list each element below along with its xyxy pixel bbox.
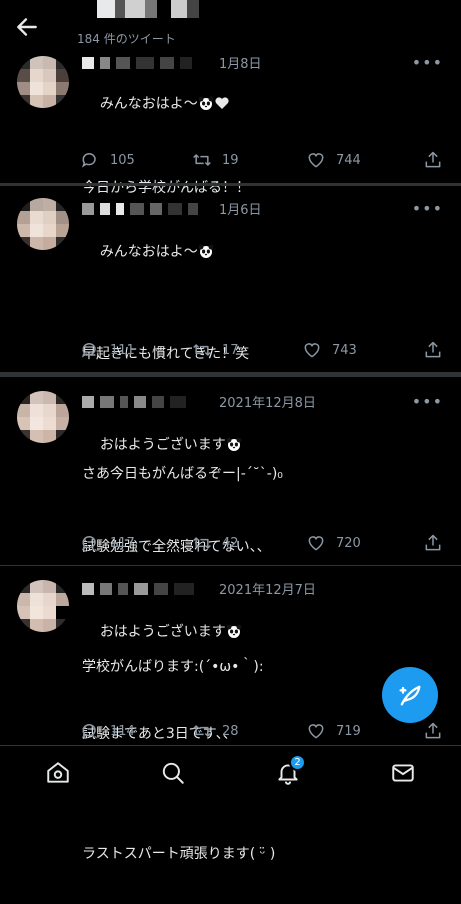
tweet-item[interactable]: 2021年12月8日 ••• おはようございます 試験勉強で全然寝れてない、、 …: [0, 377, 461, 675]
tweet-item[interactable]: 1月6日 ••• みんなおはよ〜 早起きにも慣れてきた！笑 さあ今日もがんばるぞ…: [0, 186, 461, 482]
retweet-button[interactable]: 28: [192, 721, 239, 741]
like-button[interactable]: 743: [302, 340, 357, 360]
author-name-mosaic[interactable]: [82, 202, 198, 216]
retweet-button[interactable]: 42: [192, 533, 239, 553]
tweet-date[interactable]: 2021年12月7日: [219, 579, 316, 598]
panda-face-emoji: [226, 624, 242, 638]
reply-icon: [81, 724, 96, 739]
share-button[interactable]: [423, 721, 443, 741]
compose-feather-icon: [399, 685, 421, 706]
tweet-item[interactable]: 1月8日 ••• みんなおはよ〜 今日から学校がんばる！！ 105 19 744: [0, 44, 461, 196]
tweet-date[interactable]: 1月8日: [219, 53, 262, 72]
share-icon: [425, 534, 441, 551]
arrow-left-icon: [17, 18, 37, 36]
retweet-button[interactable]: 17: [192, 340, 239, 360]
heart-icon: [308, 153, 324, 168]
tweet-line: みんなおはよ〜: [99, 96, 198, 112]
retweet-count: 28: [222, 723, 239, 739]
retweet-count: 19: [222, 152, 239, 168]
like-button[interactable]: 720: [306, 533, 361, 553]
tweet-line: おはようございます: [99, 624, 226, 640]
reply-count: 114: [110, 723, 135, 739]
retweet-icon: [193, 537, 211, 549]
nav-search[interactable]: [160, 760, 186, 786]
back-button[interactable]: [14, 14, 40, 40]
tweet-actions: 105 19 744: [80, 150, 450, 172]
author-name-mosaic[interactable]: [82, 582, 194, 596]
home-icon: [47, 762, 69, 783]
reply-button[interactable]: 114: [80, 721, 135, 741]
avatar[interactable]: [17, 56, 69, 108]
profile-header: 184 件のツイート: [0, 0, 461, 50]
nav-messages[interactable]: [390, 760, 416, 786]
author-name-mosaic[interactable]: [82, 56, 192, 70]
nav-home[interactable]: [45, 760, 71, 786]
author-name-mosaic[interactable]: [82, 395, 186, 409]
reply-icon: [81, 343, 96, 358]
bottom-navigation: [0, 745, 461, 801]
retweet-count: 17: [222, 342, 239, 358]
avatar[interactable]: [17, 198, 69, 250]
tweet-line: ラストスパート頑張ります( ᵕ̈ ): [82, 846, 276, 862]
share-button[interactable]: [423, 533, 443, 553]
tweet-date[interactable]: 1月6日: [219, 199, 262, 218]
heart-icon: [308, 536, 324, 551]
more-options-button[interactable]: •••: [412, 392, 443, 411]
avatar[interactable]: [17, 580, 69, 632]
reply-icon: [81, 153, 96, 168]
avatar[interactable]: [17, 391, 69, 443]
tweet-actions: 114 28 719: [80, 721, 450, 743]
reply-icon: [81, 536, 96, 551]
retweet-icon: [193, 154, 211, 166]
tweet-actions: 111 17 743: [80, 340, 450, 362]
panda-face-emoji: [198, 96, 214, 110]
retweet-icon: [193, 344, 211, 356]
like-count: 719: [336, 723, 361, 739]
reply-button[interactable]: 117: [80, 533, 135, 553]
reply-count: 117: [110, 535, 135, 551]
reply-count: 111: [110, 342, 135, 358]
heart-icon: [308, 724, 324, 739]
more-options-button[interactable]: •••: [412, 53, 443, 72]
reply-button[interactable]: 105: [80, 150, 135, 170]
heart-emoji: [215, 97, 229, 109]
tweet-actions: 117 42 720: [80, 533, 450, 555]
more-options-button[interactable]: •••: [412, 199, 443, 218]
tweet-date[interactable]: 2021年12月8日: [219, 392, 316, 411]
retweet-button[interactable]: 19: [192, 150, 239, 170]
share-icon: [425, 151, 441, 168]
share-button[interactable]: [423, 340, 443, 360]
like-count: 744: [336, 152, 361, 168]
like-count: 743: [332, 342, 357, 358]
compose-tweet-button[interactable]: [382, 667, 438, 723]
panda-face-emoji: [198, 244, 214, 258]
search-icon: [162, 762, 184, 784]
reply-button[interactable]: 111: [80, 340, 135, 360]
retweet-count: 42: [222, 535, 239, 551]
share-icon: [425, 341, 441, 358]
profile-name-mosaic: [75, 0, 240, 28]
heart-icon: [304, 343, 320, 358]
tweet-line: おはようございます: [99, 437, 226, 453]
tweet-item[interactable]: 2021年12月7日 おはようございます 試験まであと3日です、、 ラストスパー…: [0, 566, 461, 862]
mail-icon: [392, 764, 414, 782]
like-button[interactable]: 719: [306, 721, 361, 741]
share-button[interactable]: [423, 150, 443, 170]
like-count: 720: [336, 535, 361, 551]
retweet-icon: [193, 725, 211, 737]
share-icon: [425, 722, 441, 739]
tweet-line: みんなおはよ〜: [99, 244, 198, 260]
notification-badge: 2: [289, 754, 306, 771]
like-button[interactable]: 744: [306, 150, 361, 170]
reply-count: 105: [110, 152, 135, 168]
panda-face-emoji: [226, 437, 242, 451]
